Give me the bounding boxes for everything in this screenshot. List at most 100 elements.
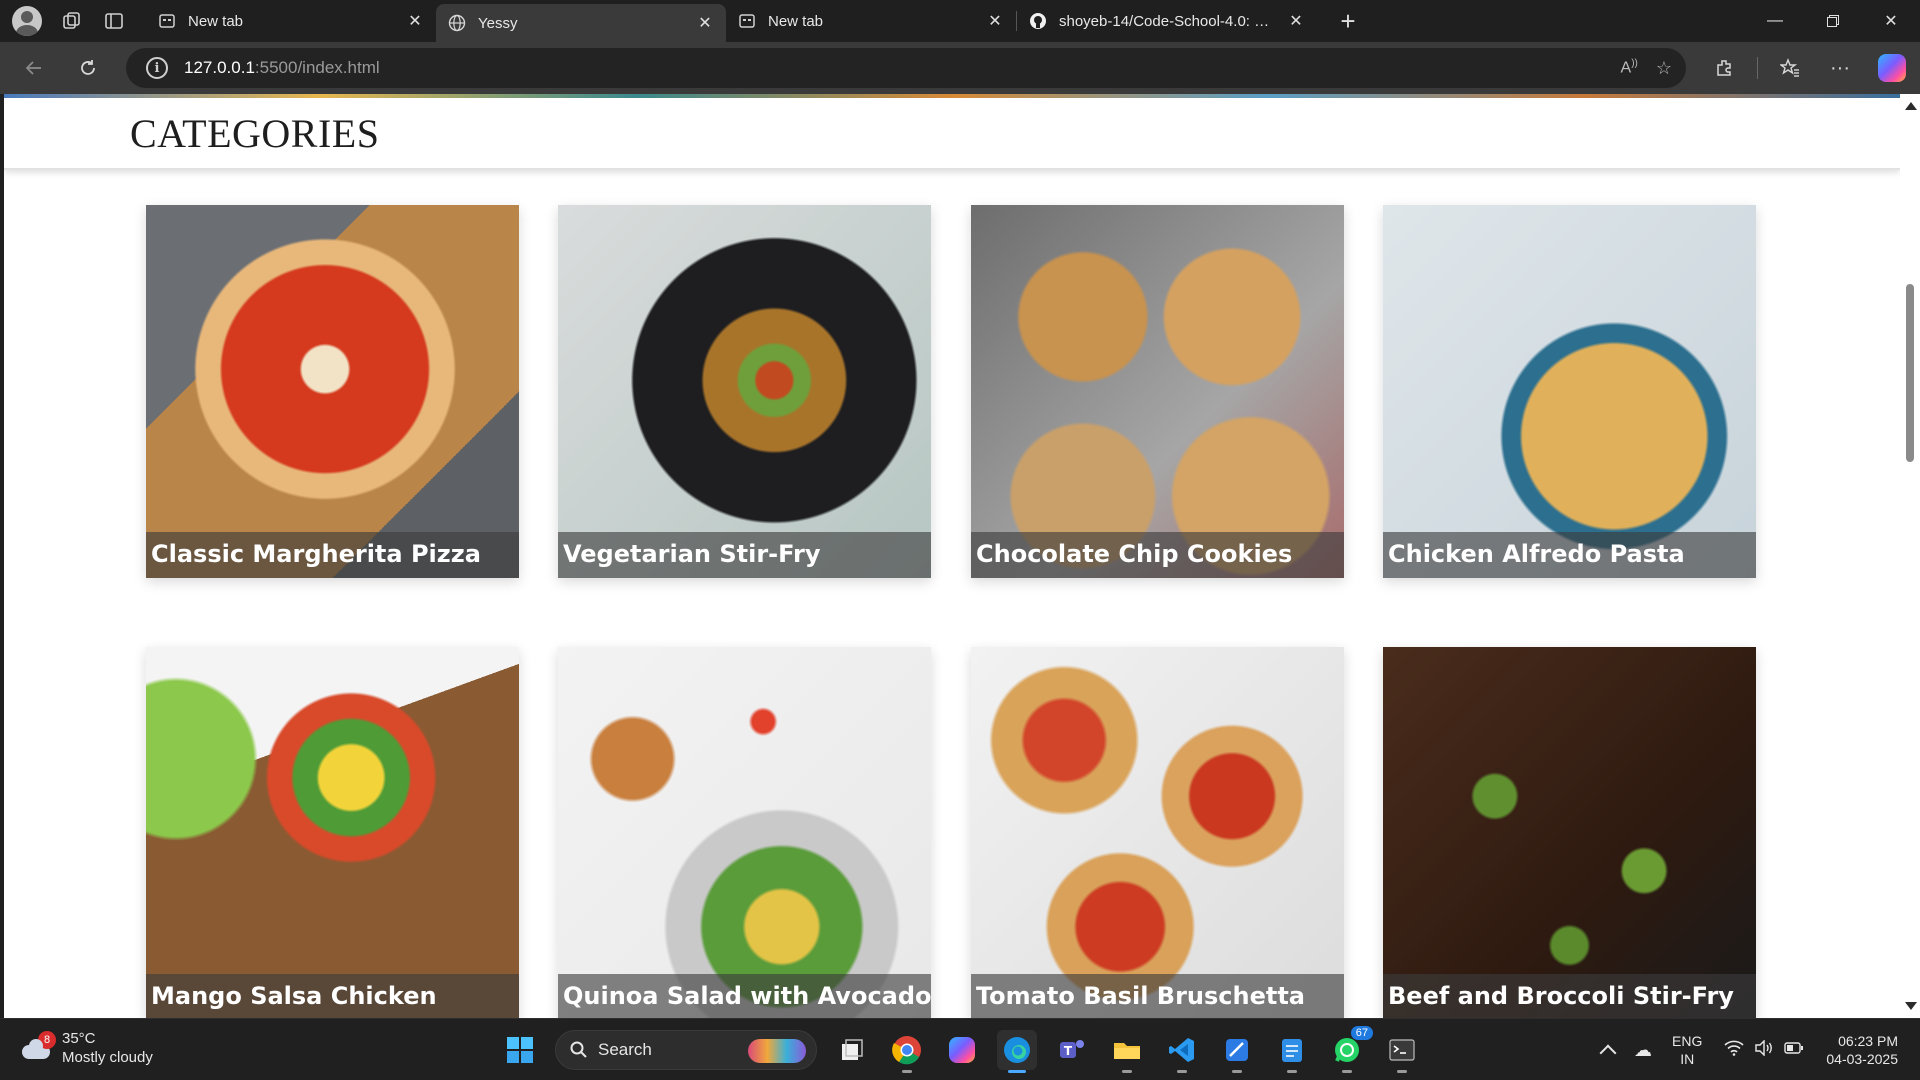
close-window-icon[interactable]: ✕ — [1862, 0, 1920, 42]
svg-text:T: T — [1064, 1044, 1073, 1058]
show-hidden-icons-chevron-icon[interactable] — [1599, 1044, 1617, 1062]
weather-badge: 8 — [38, 1031, 56, 1049]
recipe-title: Mango Salsa Chicken — [146, 974, 519, 1018]
recipe-card[interactable]: Quinoa Salad with Avocado — [558, 647, 931, 1018]
language-region: IN — [1680, 1051, 1695, 1067]
tab-close-icon[interactable]: ✕ — [1287, 12, 1305, 30]
new-tab-button[interactable]: + — [1331, 4, 1365, 38]
copilot-icon[interactable] — [1878, 54, 1906, 82]
scroll-down-arrow-icon[interactable] — [1905, 1002, 1917, 1010]
url-text[interactable]: 127.0.0.1:5500/index.html — [184, 58, 380, 78]
whatsapp-icon[interactable]: 67 — [1327, 1026, 1373, 1073]
quick-settings[interactable] — [1724, 1038, 1804, 1061]
weather-widget[interactable]: 8 35°C Mostly cloudy — [20, 1029, 153, 1067]
more-options-icon[interactable]: ··· — [1822, 50, 1858, 86]
recipe-image-cookies — [971, 205, 1344, 578]
tab-title: Yessy — [478, 14, 518, 32]
tab-title: shoyeb-14/Code-School-4.0: Cod — [1059, 12, 1279, 30]
browser-toolbar: i 127.0.0.1:5500/index.html A)) ☆ ··· — [0, 42, 1920, 94]
recipe-title: Vegetarian Stir-Fry — [558, 532, 931, 578]
recipe-image-beef — [1383, 647, 1756, 1018]
task-view-icon[interactable] — [832, 1030, 872, 1070]
weather-condition: Mostly cloudy — [62, 1049, 153, 1066]
recipe-card[interactable]: Classic Margherita Pizza — [146, 205, 519, 578]
recipe-image-pizza — [146, 205, 519, 578]
restore-icon[interactable] — [1804, 0, 1862, 42]
url-host: 127.0.0.1 — [184, 58, 255, 77]
page-viewport: CATEGORIES Classic Margherita Pizza Vege… — [4, 94, 1900, 1018]
file-explorer-icon[interactable] — [1107, 1030, 1147, 1073]
language-indicator[interactable]: ENG IN — [1672, 1032, 1702, 1068]
recipe-title: Quinoa Salad with Avocado — [558, 974, 931, 1018]
tab-close-icon[interactable]: ✕ — [406, 12, 424, 30]
browser-tab-strip: New tab ✕ Yessy ✕ New tab ✕ shoyeb-14/Co… — [0, 0, 1920, 42]
workspaces-icon[interactable] — [60, 9, 84, 33]
tab-close-icon[interactable]: ✕ — [696, 14, 714, 32]
site-info-icon[interactable]: i — [146, 57, 168, 79]
chrome-icon[interactable] — [887, 1030, 927, 1073]
refresh-icon[interactable] — [70, 50, 106, 86]
recipe-card[interactable]: Chocolate Chip Cookies — [971, 205, 1344, 578]
system-clock[interactable]: 06:23 PM 04-03-2025 — [1826, 1032, 1898, 1068]
minimize-icon[interactable]: — — [1746, 0, 1804, 42]
recipe-title: Classic Margherita Pizza — [146, 532, 519, 578]
taskbar-apps: Search T 67 — [500, 1026, 1437, 1073]
favorites-icon[interactable] — [1772, 50, 1808, 86]
back-arrow-icon[interactable] — [16, 50, 52, 86]
taskbar-search[interactable]: Search — [555, 1030, 817, 1070]
recipe-image-stirfry — [558, 205, 931, 578]
recipe-image-mango — [146, 647, 519, 1018]
toolbar-right-actions: ··· — [1693, 42, 1920, 94]
address-bar[interactable]: i 127.0.0.1:5500/index.html A)) ☆ — [126, 48, 1686, 88]
search-label: Search — [598, 1040, 652, 1059]
recipe-title: Tomato Basil Bruschetta — [971, 974, 1344, 1018]
teams-icon[interactable]: T — [1052, 1030, 1092, 1070]
tab-close-icon[interactable]: ✕ — [986, 12, 1004, 30]
favorite-star-icon[interactable]: ☆ — [1656, 58, 1672, 79]
vertical-tabs-icon[interactable] — [102, 9, 126, 33]
recipe-card[interactable]: Vegetarian Stir-Fry — [558, 205, 931, 578]
notepad-icon[interactable] — [1272, 1030, 1312, 1073]
newtab-icon — [158, 12, 176, 30]
categories-header: CATEGORIES — [4, 98, 1900, 170]
windows-taskbar: 8 35°C Mostly cloudy Search T 67 ☁ ENG I… — [0, 1018, 1920, 1080]
recipe-image-quinoa — [558, 647, 931, 1018]
newtab-icon — [738, 12, 756, 30]
recipe-card[interactable]: Mango Salsa Chicken — [146, 647, 519, 1018]
page-scrollbar[interactable] — [1900, 94, 1920, 1018]
volume-icon — [1754, 1038, 1774, 1061]
start-windows-icon[interactable] — [500, 1030, 540, 1070]
system-tray: ☁ ENG IN 06:23 PM 04-03-2025 — [1599, 1019, 1920, 1080]
scroll-up-arrow-icon[interactable] — [1905, 102, 1917, 110]
cloud-icon: 8 — [20, 1031, 56, 1059]
copilot-app-icon[interactable] — [942, 1030, 982, 1070]
page-title: CATEGORIES — [130, 111, 380, 156]
tab-github[interactable]: shoyeb-14/Code-School-4.0: Cod ✕ — [1017, 0, 1317, 42]
tab-yessy[interactable]: Yessy ✕ — [436, 4, 726, 42]
address-bar-actions: A)) ☆ — [1621, 48, 1672, 88]
tab-new-tab-2[interactable]: New tab ✕ — [726, 0, 1016, 42]
recipe-card[interactable]: Chicken Alfredo Pasta — [1383, 205, 1756, 578]
recipe-card[interactable]: Beef and Broccoli Stir-Fry — [1383, 647, 1756, 1018]
language-code: ENG — [1672, 1033, 1703, 1049]
vscode-icon[interactable] — [1162, 1030, 1202, 1073]
github-icon — [1029, 12, 1047, 30]
scrollbar-thumb[interactable] — [1906, 284, 1914, 462]
search-icon — [570, 1041, 587, 1058]
read-aloud-icon[interactable]: A)) — [1621, 58, 1638, 77]
terminal-icon[interactable] — [1382, 1030, 1422, 1073]
extensions-icon[interactable] — [1707, 50, 1743, 86]
wifi-icon — [1724, 1040, 1744, 1061]
snipping-tool-icon[interactable] — [1217, 1030, 1257, 1073]
recipe-card[interactable]: Tomato Basil Bruschetta — [971, 647, 1344, 1018]
recipe-title: Chicken Alfredo Pasta — [1383, 532, 1756, 578]
search-highlight-art — [748, 1039, 806, 1063]
edge-icon[interactable] — [997, 1030, 1037, 1073]
recipe-title: Beef and Broccoli Stir-Fry — [1383, 974, 1756, 1018]
tab-new-tab-1[interactable]: New tab ✕ — [146, 0, 436, 42]
recipe-image-pasta — [1383, 205, 1756, 578]
onedrive-status-icon[interactable]: ☁ — [1634, 1040, 1652, 1061]
url-path: :5500/index.html — [254, 58, 380, 77]
profile-avatar-icon[interactable] — [12, 6, 42, 36]
window-controls: — ✕ — [1746, 0, 1920, 42]
